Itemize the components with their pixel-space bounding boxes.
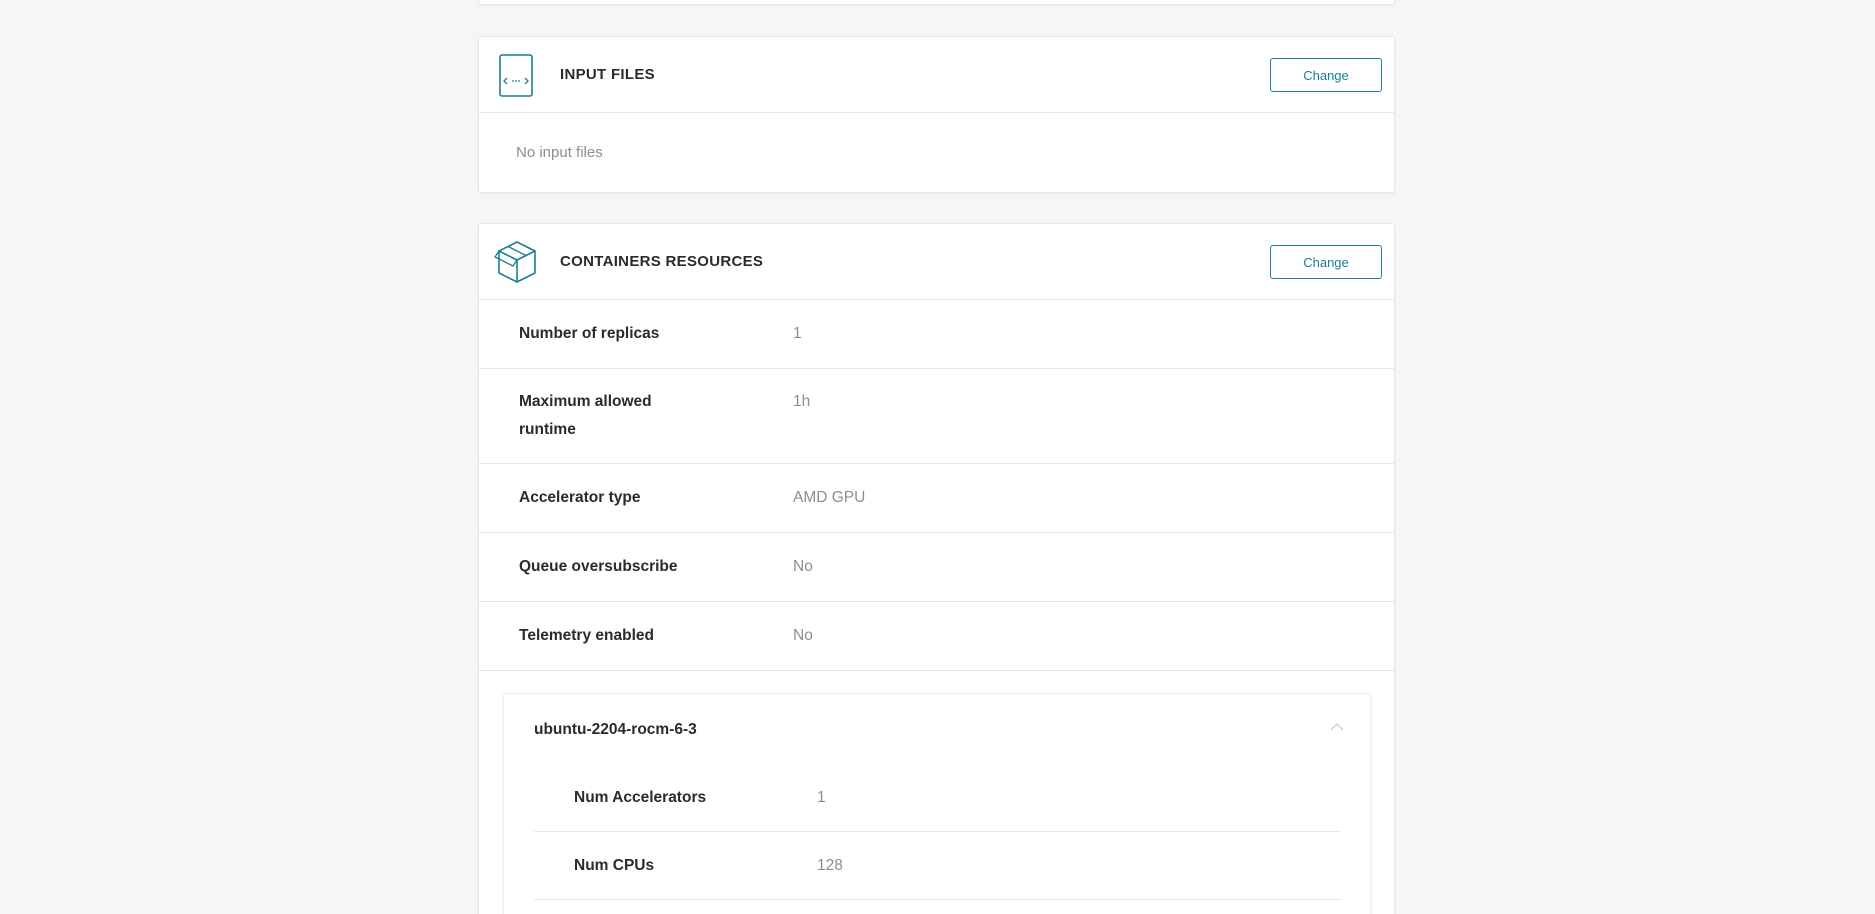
containers-resources-card: CONTAINERS RESOURCES Change Number of re… (478, 223, 1395, 914)
resource-row-label: Maximum allowed runtime (519, 393, 652, 438)
input-files-card: INPUT FILES Change No input files (478, 36, 1395, 193)
page: INPUT FILES Change No input files CONTAI… (0, 0, 1875, 914)
chevron-up-icon[interactable] (1330, 720, 1344, 734)
input-files-header: INPUT FILES Change (479, 37, 1394, 113)
resource-row-value: No (793, 627, 813, 644)
resource-row-value: 1h (793, 393, 811, 410)
resource-row-replicas: Number of replicas 1 (479, 300, 1394, 369)
containers-resources-change-button[interactable]: Change (1270, 245, 1382, 279)
resource-row-queue-oversubscribe: Queue oversubscribe No (479, 533, 1394, 602)
container-row-accelerators: Num Accelerators 1 (534, 764, 1340, 832)
resource-row-value: 1 (793, 325, 802, 342)
resource-row-value: No (793, 558, 813, 575)
containers-resources-header: CONTAINERS RESOURCES Change (479, 224, 1394, 300)
containers-resources-title: CONTAINERS RESOURCES (560, 253, 764, 270)
resource-row-runtime: Maximum allowed runtime 1h (479, 369, 1394, 464)
container-row-label: Num CPUs (574, 857, 655, 874)
no-input-files-text: No input files (516, 144, 603, 161)
resource-row-label: Number of replicas (519, 325, 660, 342)
container-row-value: 128 (817, 857, 843, 874)
resource-row-value: AMD GPU (793, 489, 866, 506)
previous-card (478, 0, 1395, 5)
code-file-icon (493, 51, 541, 99)
resource-row-label: Queue oversubscribe (519, 558, 678, 575)
resource-row-label: Accelerator type (519, 489, 641, 506)
container-panel: ubuntu-2204-rocm-6-3 Num Accelerators 1 … (503, 693, 1371, 914)
box-icon (493, 238, 541, 286)
input-files-title: INPUT FILES (560, 66, 655, 83)
container-name[interactable]: ubuntu-2204-rocm-6-3 (534, 716, 697, 744)
resource-row-telemetry: Telemetry enabled No (479, 602, 1394, 671)
resource-row-accelerator: Accelerator type AMD GPU (479, 464, 1394, 533)
container-row-value: 1 (817, 789, 826, 806)
container-row-cpus: Num CPUs 128 (534, 832, 1340, 900)
container-row-label: Num Accelerators (574, 789, 707, 806)
input-files-change-button[interactable]: Change (1270, 58, 1382, 92)
resource-row-label: Telemetry enabled (519, 627, 654, 644)
